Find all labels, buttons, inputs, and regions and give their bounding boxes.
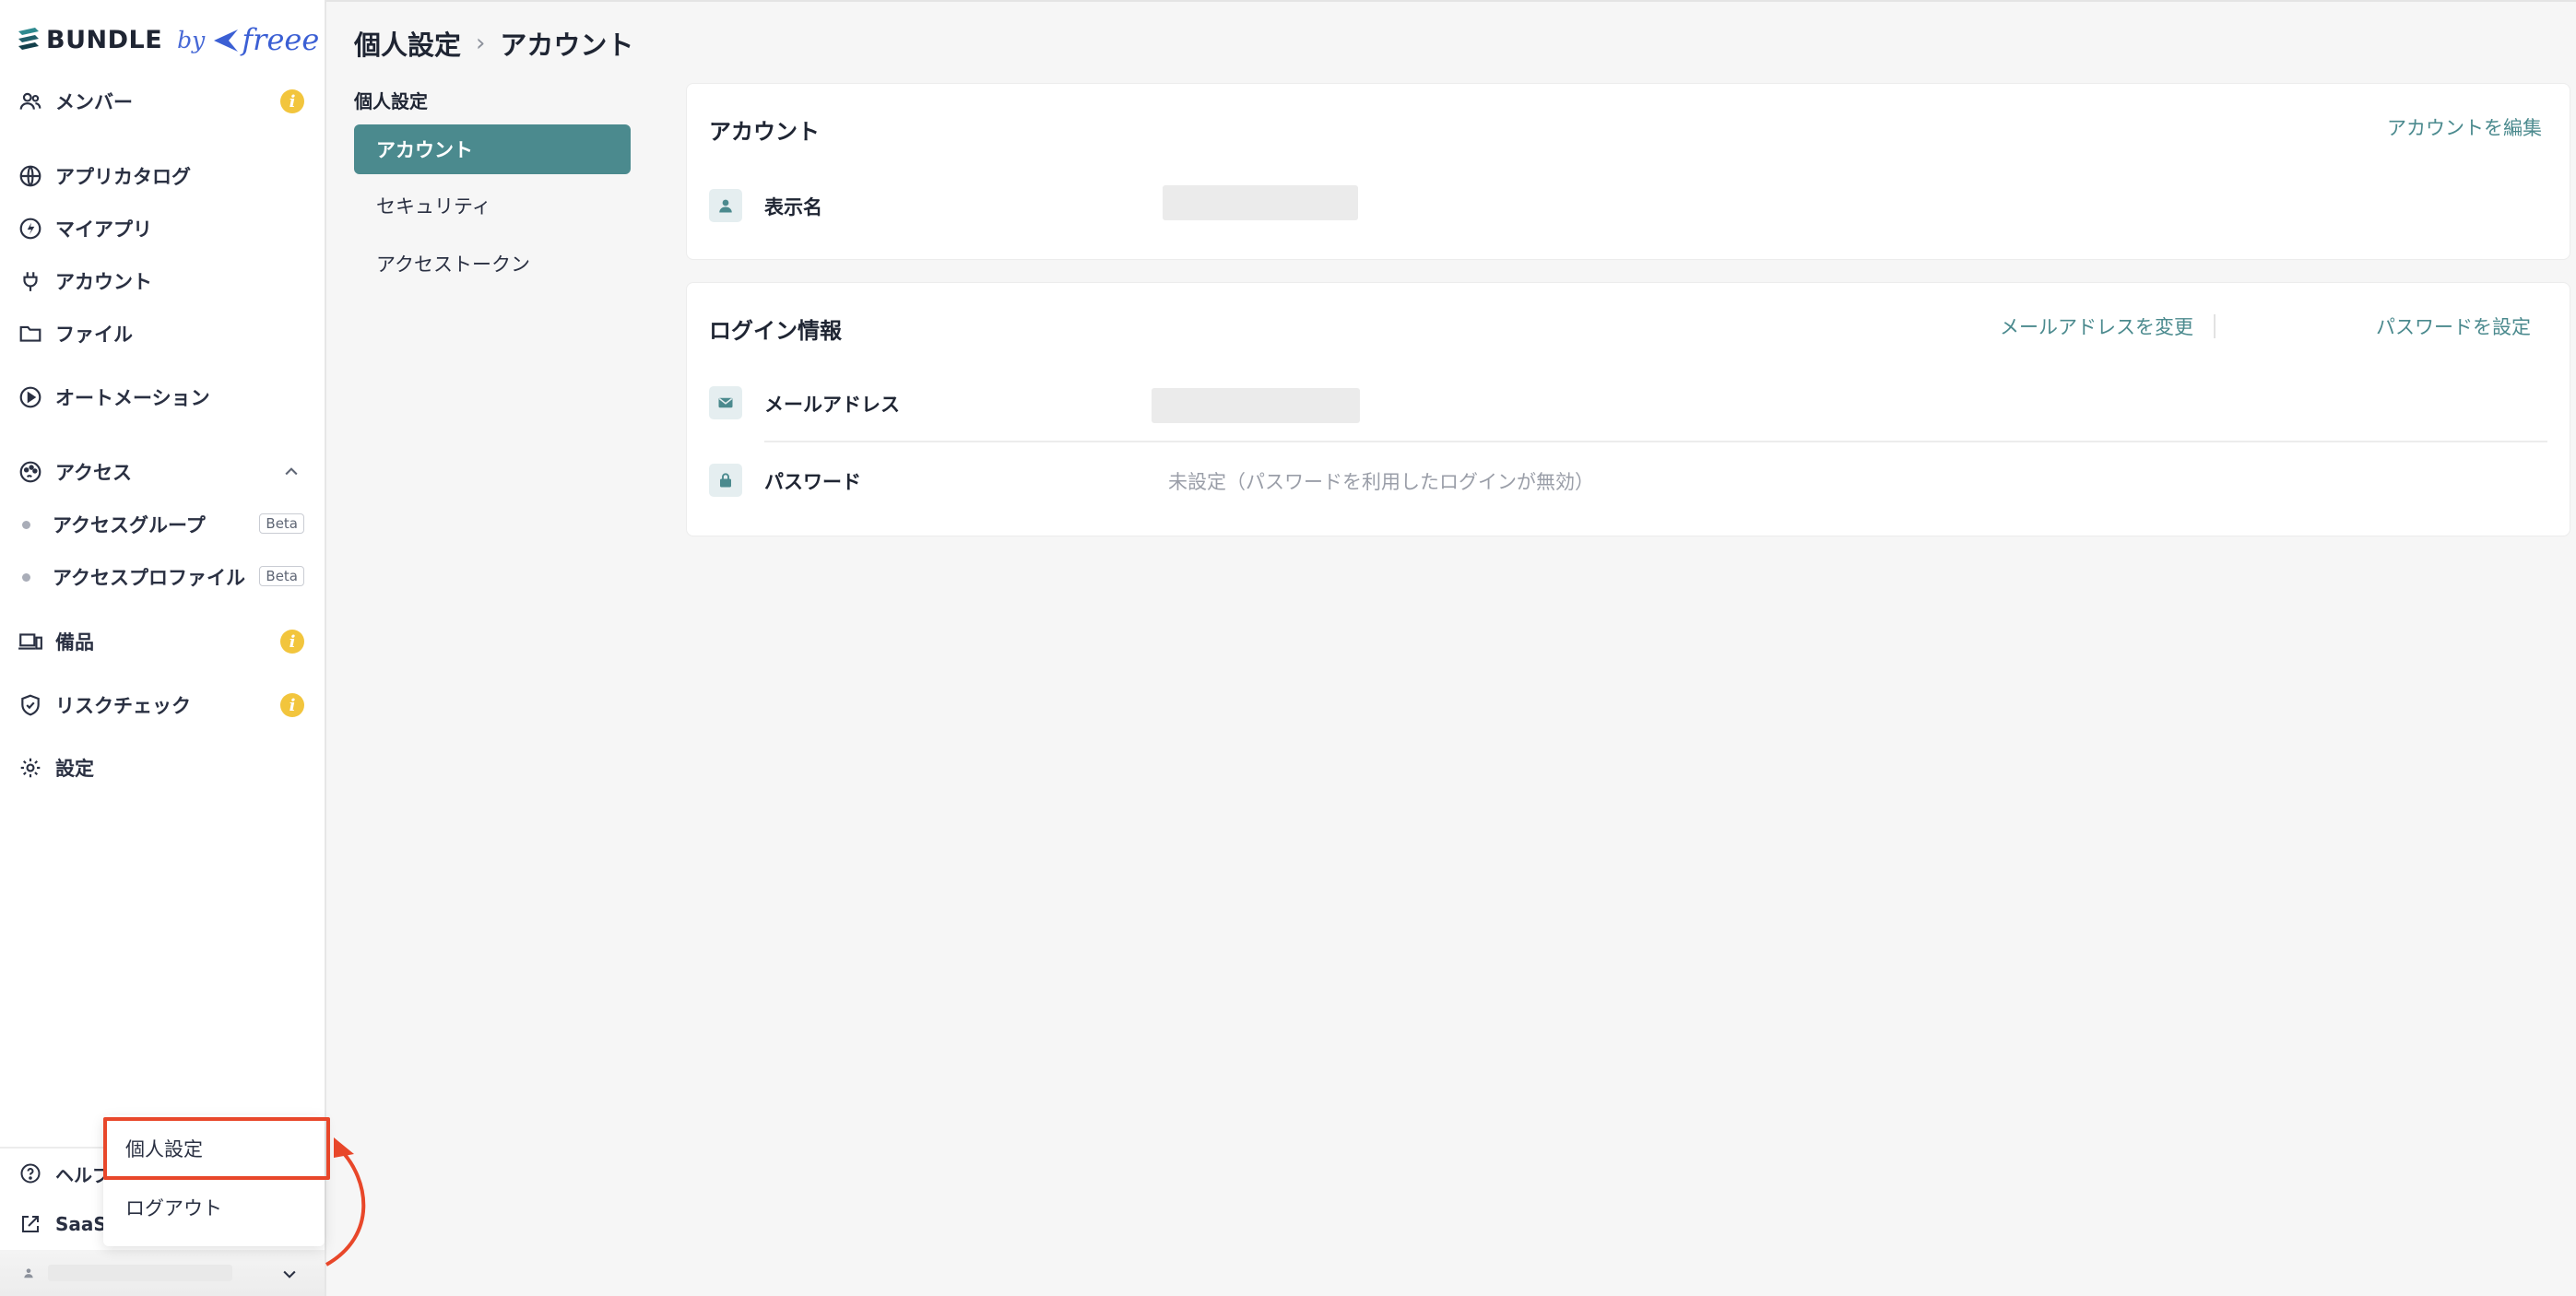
subnav-item-security[interactable]: セキュリティ — [354, 181, 631, 230]
bolt-icon — [17, 215, 44, 242]
sidebar-item-label: SaaS — [55, 1213, 107, 1235]
shield-check-icon — [17, 691, 44, 719]
breadcrumb: 個人設定 › アカウント — [354, 24, 633, 63]
sidebar-item-app-catalog[interactable]: アプリカタログ — [17, 158, 308, 194]
sidebar-item-my-apps[interactable]: マイアプリ — [17, 210, 308, 247]
sidebar-item-members[interactable]: メンバー i — [17, 83, 308, 120]
chevron-down-icon[interactable] — [280, 1265, 299, 1283]
info-badge-icon: i — [280, 89, 304, 113]
edit-account-link[interactable]: アカウントを編集 — [2387, 113, 2542, 141]
sidebar-item-label: オートメーション — [55, 387, 210, 409]
beta-badge: Beta — [259, 513, 304, 534]
sidebar: BUNDLE by freee メンバー i アプリカタログ マイアプリ アカウ… — [0, 0, 326, 1296]
logo-brand: BUNDLE — [46, 25, 163, 54]
freee-bird-icon — [214, 29, 239, 52]
display-name-value-redacted — [1163, 185, 1358, 220]
breadcrumb-parent[interactable]: 個人設定 — [354, 24, 461, 63]
palette-icon — [17, 458, 44, 486]
play-circle-icon — [17, 383, 44, 411]
bundle-logo-icon — [18, 28, 39, 50]
plug-icon — [17, 267, 44, 295]
user-menu-popup: 個人設定 ログアウト — [103, 1115, 325, 1246]
top-border — [326, 0, 2576, 2]
sidebar-item-label: 設定 — [55, 758, 94, 780]
sidebar-item-help[interactable]: ヘルプ — [17, 1155, 111, 1192]
sidebar-item-label: 備品 — [55, 631, 94, 654]
mail-icon — [709, 386, 742, 419]
subnav-title: 個人設定 — [354, 90, 428, 112]
help-circle-icon — [17, 1160, 44, 1187]
bullet-icon — [22, 520, 30, 529]
gear-icon — [17, 754, 44, 782]
sidebar-item-label: アクセス — [55, 462, 132, 484]
user-menu-toggle[interactable] — [0, 1250, 325, 1296]
sidebar-item-label: アクセスグループ — [53, 514, 206, 536]
change-email-link[interactable]: メールアドレスを変更 — [2000, 312, 2193, 340]
display-name-label: 表示名 — [764, 196, 822, 218]
sidebar-item-accounts[interactable]: アカウント — [17, 263, 308, 300]
info-badge-icon: i — [280, 630, 304, 654]
folder-icon — [17, 320, 44, 348]
password-label: パスワード — [764, 471, 861, 493]
email-label: メールアドレス — [764, 394, 900, 416]
menu-item-personal-settings[interactable]: 個人設定 — [103, 1121, 325, 1176]
sidebar-item-label: ファイル — [55, 324, 133, 346]
sidebar-item-devices[interactable]: 備品 i — [17, 623, 308, 660]
sidebar-item-access-groups[interactable]: アクセスグループ Beta — [22, 506, 308, 543]
subnav-item-account[interactable]: アカウント — [354, 124, 631, 174]
logo-partner-text: freee — [242, 22, 320, 57]
row-divider — [764, 441, 2547, 442]
card-title: アカウント — [709, 119, 820, 145]
bundle-logo[interactable]: BUNDLE by freee — [17, 18, 319, 61]
breadcrumb-separator: › — [476, 29, 486, 57]
password-value: 未設定（パスワードを利用したログインが無効） — [1168, 471, 1594, 493]
annotation-arrow-icon — [325, 1137, 366, 1267]
sidebar-item-files[interactable]: ファイル — [17, 315, 308, 352]
users-icon — [17, 88, 44, 115]
sidebar-item-access-profiles[interactable]: アクセスプロファイル Beta — [22, 559, 308, 595]
sidebar-item-saas[interactable]: SaaS — [17, 1206, 107, 1243]
sidebar-item-risk-check[interactable]: リスクチェック i — [17, 687, 308, 724]
globe-icon — [17, 162, 44, 190]
sidebar-item-label: マイアプリ — [55, 218, 152, 241]
account-card: アカウント アカウントを編集 表示名 — [686, 83, 2570, 260]
login-info-card: ログイン情報 メールアドレスを変更 パスワードを設定 メールアドレス パスワード… — [686, 282, 2570, 536]
logo-by: by — [177, 26, 206, 53]
sidebar-item-label: ヘルプ — [55, 1163, 111, 1186]
sidebar-item-automation[interactable]: オートメーション — [17, 379, 308, 416]
sidebar-item-label: アプリカタログ — [55, 166, 191, 188]
set-password-link[interactable]: パスワードを設定 — [2376, 312, 2531, 340]
email-value-redacted — [1152, 388, 1360, 423]
external-link-icon — [17, 1210, 44, 1238]
avatar-icon — [24, 1268, 33, 1278]
link-divider — [2214, 314, 2216, 338]
sidebar-item-label: アクセスプロファイル — [53, 567, 245, 589]
logo-partner: freee — [212, 22, 319, 57]
info-badge-icon: i — [280, 693, 304, 717]
card-title: ログイン情報 — [709, 318, 842, 344]
devices-icon — [17, 628, 44, 655]
sidebar-item-access[interactable]: アクセス — [17, 454, 308, 490]
sidebar-item-label: メンバー — [55, 91, 133, 113]
chevron-up-icon[interactable] — [282, 463, 301, 481]
sidebar-item-label: リスクチェック — [55, 695, 191, 717]
lock-icon — [709, 464, 742, 497]
user-name-redacted — [48, 1265, 232, 1281]
person-icon — [709, 189, 742, 222]
beta-badge: Beta — [259, 566, 304, 586]
bullet-icon — [22, 572, 30, 582]
sidebar-item-settings[interactable]: 設定 — [17, 749, 308, 786]
menu-item-logout[interactable]: ログアウト — [103, 1180, 325, 1235]
sidebar-item-label: アカウント — [55, 271, 152, 293]
subnav-item-access-tokens[interactable]: アクセストークン — [354, 239, 631, 289]
breadcrumb-current: アカウント — [500, 29, 634, 61]
